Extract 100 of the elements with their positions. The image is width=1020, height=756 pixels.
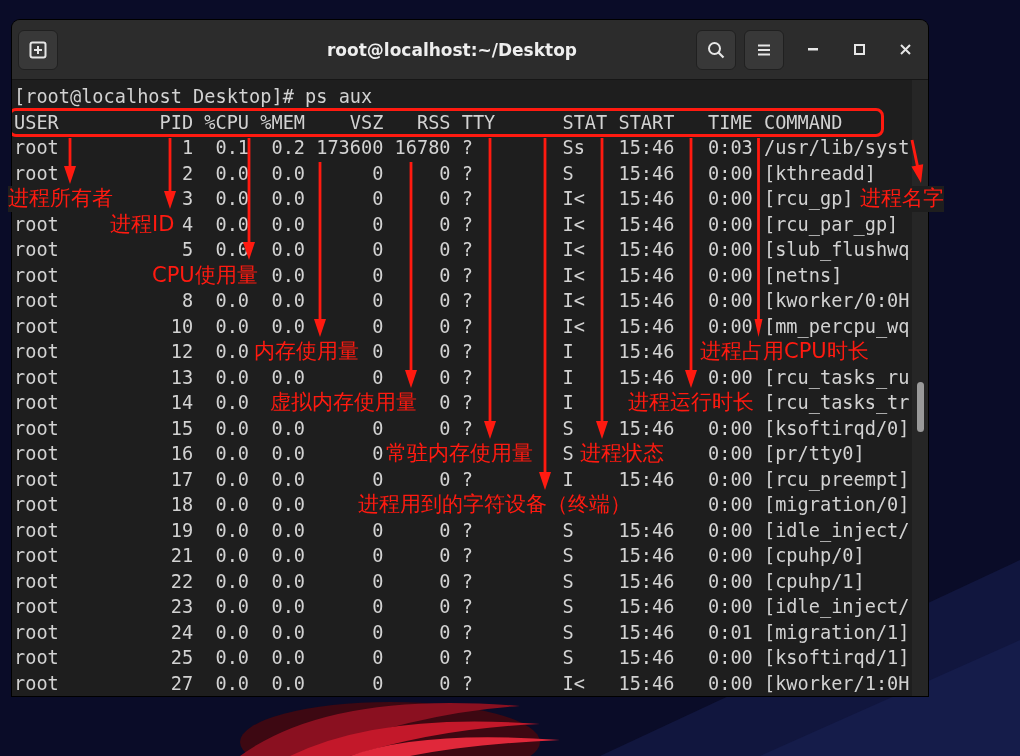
- command-cell-text: [cpuhp/0]: [763, 544, 865, 568]
- tty-cell-text: ?: [461, 365, 473, 390]
- time-cell-text: 0:00: [708, 314, 753, 339]
- time-cell-text: 0:00: [708, 187, 753, 211]
- pid-cell-text: 16: [170, 442, 194, 466]
- start-cell-text: 15:46: [618, 238, 675, 262]
- mem-cell-text: 0.0: [271, 289, 306, 313]
- user-cell-text: root: [14, 595, 59, 619]
- cpu-cell-text: 0.0: [215, 289, 250, 313]
- new-tab-icon: [29, 40, 47, 59]
- pid-cell-text: 21: [170, 544, 194, 568]
- vsz-cell-text: 0: [372, 544, 384, 568]
- user-cell-text: root: [14, 289, 59, 313]
- rss-cell-text: 0: [439, 212, 451, 237]
- start-cell-text: 15:46: [618, 467, 675, 492]
- pid-cell-text: 2: [181, 161, 194, 186]
- start-cell-text: 15:46: [618, 340, 675, 364]
- column-header: USER: [14, 110, 59, 135]
- tty-cell-text: ?: [461, 289, 473, 313]
- vsz-cell-text: 0: [372, 289, 384, 313]
- user-cell-text: root: [14, 442, 59, 466]
- command-cell-text: [netns]: [763, 263, 843, 288]
- mem-cell-text: 0.0: [271, 161, 306, 186]
- command-cell-text: [idle_inject/: [763, 595, 910, 620]
- start-cell-text: 15:46: [618, 416, 675, 441]
- command-cell-text: /usr/lib/syst: [763, 136, 910, 160]
- command-cell-text: [idle_inject/: [763, 518, 910, 543]
- rss-cell-text: 0: [439, 467, 451, 492]
- time-cell-text: 0:00: [708, 544, 753, 568]
- pid-cell-text: 13: [170, 365, 194, 390]
- column-header: %MEM: [260, 110, 306, 135]
- rss-cell-text: 0: [439, 416, 451, 441]
- user-cell-text: root: [14, 493, 59, 517]
- rss-cell-text: 0: [439, 365, 451, 390]
- column-header: RSS: [416, 110, 451, 135]
- rss-cell-text: 0: [439, 646, 451, 670]
- tty-cell-text: ?: [461, 467, 473, 492]
- rss-cell-text: 0: [439, 263, 451, 288]
- mem-cell-text: 0.0: [271, 518, 306, 543]
- stat-cell-text: I<: [562, 187, 585, 211]
- cpu-cell-text: 0.0: [215, 365, 250, 390]
- tty-cell-text: ?: [461, 518, 473, 543]
- mem-cell-text: 0.0: [271, 314, 306, 339]
- mem-cell-text: 0.2: [271, 136, 306, 160]
- user-cell-text: root: [14, 314, 59, 339]
- vsz-cell-text: 0: [372, 518, 384, 543]
- command-cell-text: [rcu_tasks_tr: [763, 391, 910, 416]
- search-button[interactable]: [696, 29, 736, 70]
- stat-cell-text: I<: [562, 238, 585, 262]
- rss-cell-text: 0: [439, 289, 451, 313]
- user-cell-text: root: [14, 365, 59, 390]
- time-cell-text: 0:00: [708, 161, 753, 186]
- tty-cell-text: ?: [461, 544, 473, 568]
- cpu-cell-text: 0.0: [215, 314, 250, 339]
- vsz-cell-text: 0: [372, 187, 384, 211]
- rss-cell-text: 0: [439, 544, 451, 568]
- tty-cell-text: ?: [461, 136, 473, 160]
- tty-cell-text: ?: [461, 416, 473, 441]
- time-cell-text: 0:00: [708, 442, 753, 466]
- rss-cell-text: 0: [439, 518, 451, 543]
- mem-cell-text: 0.0: [271, 365, 306, 390]
- cpu-cell-text: 0.0: [215, 416, 250, 441]
- vsz-cell-text: 0: [372, 314, 384, 339]
- rss-cell-text: 0: [439, 187, 451, 211]
- user-cell-text: root: [14, 161, 59, 186]
- vsz-cell-text: 0: [372, 569, 384, 594]
- stat-cell-text: S: [562, 416, 574, 441]
- user-cell-text: root: [14, 212, 59, 237]
- user-cell-text: root: [14, 340, 59, 364]
- menu-button[interactable]: [744, 29, 784, 70]
- cpu-cell-text: 0.0: [215, 161, 250, 186]
- annotation-label: 进程名字: [860, 186, 944, 212]
- arrow: [910, 139, 924, 183]
- stat-cell-text: I: [562, 340, 574, 364]
- scrollbar-thumb[interactable]: [917, 382, 924, 432]
- arrow: [64, 138, 76, 184]
- cpu-cell-text: 0.0: [215, 569, 250, 594]
- time-cell-text: 0:00: [708, 518, 753, 543]
- pid-cell-text: 3: [181, 187, 194, 211]
- start-cell-text: 15:46: [618, 365, 675, 390]
- new-tab-button[interactable]: [18, 29, 58, 70]
- time-cell-text: 0:00: [708, 595, 753, 619]
- command-cell-text: [kworker/1:0H: [763, 671, 910, 696]
- command-cell-text: [rcu_tasks_ru: [763, 365, 910, 390]
- pid-cell-text: 17: [170, 467, 194, 492]
- command-cell-text: [rcu_par_gp]: [763, 212, 899, 237]
- tty-cell-text: ?: [461, 187, 473, 211]
- rss-cell-text: 0: [439, 238, 451, 262]
- start-cell-text: 15:46: [618, 518, 675, 543]
- user-cell-text: root: [14, 263, 59, 288]
- user-cell-text: root: [14, 416, 59, 441]
- tty-cell-text: ?: [461, 212, 473, 237]
- tty-cell-text: ?: [461, 238, 473, 262]
- mem-cell-text: 0.0: [271, 212, 306, 237]
- start-cell-text: 15:46: [618, 671, 675, 696]
- vsz-cell-text: 0: [372, 442, 384, 466]
- vsz-cell-text: 0: [372, 263, 384, 288]
- tty-cell-text: ?: [461, 314, 473, 339]
- mem-cell-text: 0.0: [271, 493, 306, 517]
- time-cell-text: 0:00: [708, 212, 753, 237]
